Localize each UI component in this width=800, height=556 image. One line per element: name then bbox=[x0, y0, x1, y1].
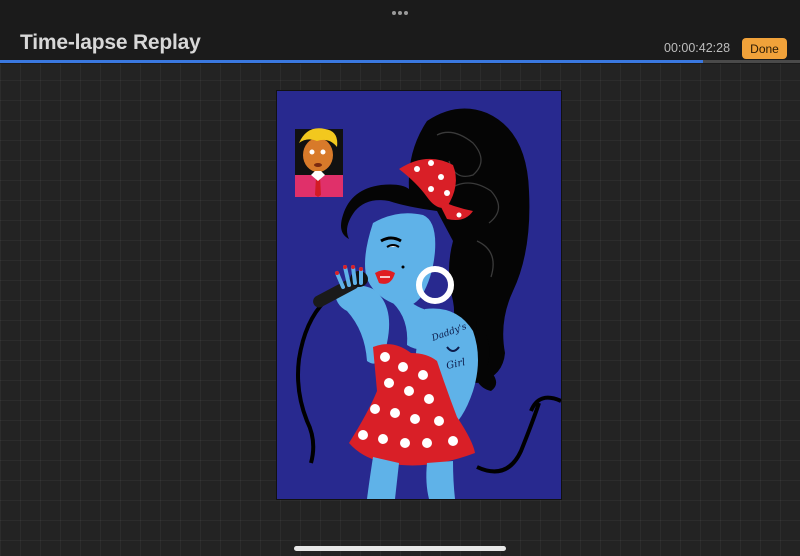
scrubber-progress-fill bbox=[0, 60, 704, 63]
done-button[interactable]: Done bbox=[742, 38, 787, 59]
top-bar: Time-lapse Replay 00:00:42:28 Done bbox=[0, 0, 800, 64]
artwork-illustration: Daddy's Girl bbox=[277, 91, 561, 499]
timelapse-scrubber[interactable] bbox=[0, 60, 800, 63]
inset-portrait bbox=[295, 128, 343, 197]
home-indicator[interactable] bbox=[294, 546, 506, 551]
more-dots-icon[interactable] bbox=[388, 2, 412, 15]
timecode-display: 00:00:42:28 bbox=[664, 41, 731, 55]
page-title: Time-lapse Replay bbox=[20, 31, 201, 54]
artwork-canvas: Daddy's Girl bbox=[276, 90, 562, 500]
